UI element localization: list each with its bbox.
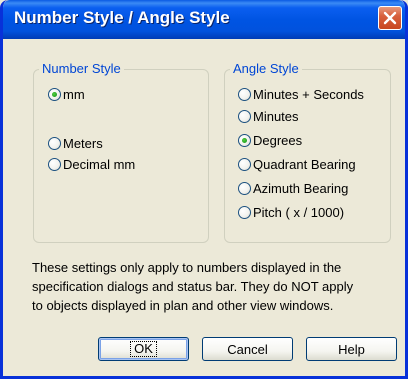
radio-button-icon [238,181,251,195]
help-mnemonic: H [338,341,348,357]
radio-label: Decimal mm [63,156,136,172]
radio-number-meters[interactable]: Meters [48,134,103,152]
window-title: Number Style / Angle Style [14,8,230,27]
radio-button-icon [48,136,61,150]
ok-button[interactable]: OK [98,337,189,361]
info-line: to objects displayed in plan and other v… [32,298,334,313]
radio-label: Minutes [253,108,299,124]
radio-button-icon [238,109,251,123]
radio-button-icon [238,157,251,171]
help-button[interactable]: Help [306,337,397,361]
info-text: These settings only apply to numbers dis… [32,258,382,315]
cancel-button[interactable]: Cancel [202,337,293,361]
radio-label: Degrees [253,132,303,148]
number-style-label: Number Style [39,61,124,77]
radio-angle-degrees[interactable]: Degrees [238,131,302,149]
cancel-button-label: Cancel [227,341,268,357]
info-line: specification dialogs and status bar. Th… [32,279,354,294]
close-button[interactable] [378,6,402,30]
radio-angle-quadrant-bearing[interactable]: Quadrant Bearing [238,155,356,173]
radio-button-icon [48,87,61,101]
radio-selected-dot [242,137,247,143]
info-line: These settings only apply to numbers dis… [32,260,342,275]
help-button-label: Help [338,342,365,357]
radio-button-icon [48,157,61,171]
radio-label: Azimuth Bearing [253,180,349,196]
radio-number-decimal-mm[interactable]: Decimal mm [48,155,135,173]
radio-label: Pitch ( x / 1000) [253,204,345,220]
radio-label: Minutes + Seconds [253,86,364,102]
radio-button-icon [238,87,251,101]
radio-angle-pitch[interactable]: Pitch ( x / 1000) [238,203,344,221]
ok-label-rest: K [144,341,153,356]
radio-angle-minutes[interactable]: Minutes [238,107,299,125]
ok-mnemonic: O [134,341,145,356]
dialog-window: Number Style / Angle Style Number Style … [0,0,408,379]
radio-label: mm [63,86,85,102]
help-label-rest: elp [347,341,365,357]
radio-label: Meters [63,135,103,151]
radio-button-icon [238,133,251,147]
close-icon [383,11,397,25]
radio-selected-dot [52,91,57,97]
angle-style-label: Angle Style [230,61,302,77]
title-bar[interactable]: Number Style / Angle Style [3,0,405,39]
radio-number-mm[interactable]: mm [48,85,85,103]
ok-button-label: OK [130,341,157,357]
radio-button-icon [238,205,251,219]
radio-angle-minutes-seconds[interactable]: Minutes + Seconds [238,85,364,103]
radio-label: Quadrant Bearing [253,156,356,172]
radio-angle-azimuth-bearing[interactable]: Azimuth Bearing [238,179,348,197]
